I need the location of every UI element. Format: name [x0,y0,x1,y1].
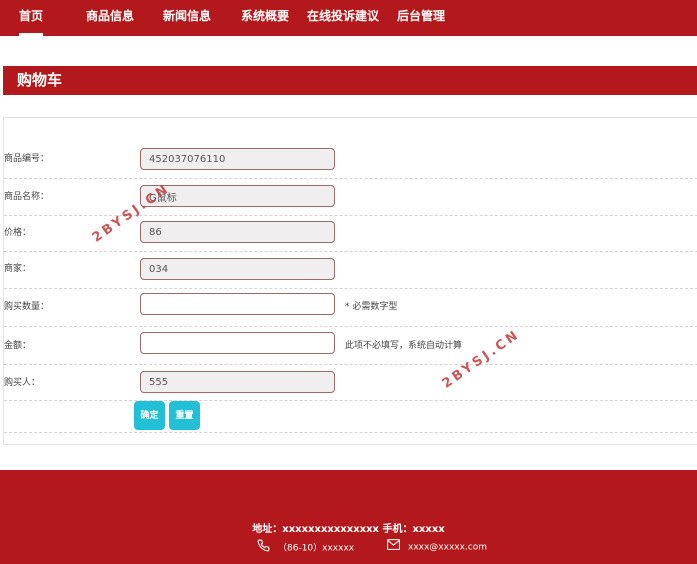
form-row-actions-divider [4,401,697,433]
top-navigation: 首页 商品信息 新闻信息 系统概要 在线投诉建议 后台管理 [0,0,697,36]
nav-item-news[interactable]: 新闻信息 [163,0,211,36]
amount-label: 金额： [4,341,32,351]
product-no-label: 商品编号： [4,154,50,164]
quantity-hint: * 必需数字型 [345,302,398,312]
quantity-label: 购买数量： [4,302,50,312]
footer: 地址：xxxxxxxxxxxxxxx 手机：xxxxx （86-10）xxxxx… [0,470,697,564]
footer-email-text: xxxx@xxxxx.com [408,542,488,553]
form-row-merchant: 商家： [4,252,697,289]
footer-address: 地址：xxxxxxxxxxxxxxx 手机：xxxxx [252,524,445,535]
form-row-product-no: 商品编号： [4,118,697,179]
form-row-amount: 金额： 此项不必填写，系统自动计算 [4,327,697,365]
form-row-quantity: 购买数量： * 必需数字型 [4,289,697,327]
nav-item-complaints[interactable]: 在线投诉建议 [307,0,379,36]
email-icon [387,539,400,555]
cart-form: 商品编号： 商品名称： 价格： 商家： 购买数量： * 必需数字型 金额： 此项… [3,117,697,445]
product-name-label: 商品名称： [4,192,50,202]
nav-item-admin[interactable]: 后台管理 [397,0,445,36]
form-row-buyer: 购买人： [4,365,697,401]
price-field[interactable] [140,221,335,243]
footer-phone-text: （86-10）xxxxxx [278,543,355,554]
footer-email: xxxx@xxxxx.com [387,539,487,553]
page-title: 购物车 [17,71,63,89]
form-row-product-name: 商品名称： [4,179,697,216]
merchant-label: 商家： [4,264,32,274]
nav-item-system-overview[interactable]: 系统概要 [241,0,289,36]
quantity-field[interactable] [140,293,335,315]
price-label: 价格： [4,228,32,238]
nav-item-home[interactable]: 首页 [19,0,44,36]
phone-icon [257,539,270,557]
buyer-field[interactable] [140,371,335,393]
product-no-field[interactable] [140,148,335,170]
section-title-bar: 购物车 [3,66,697,95]
footer-phone: （86-10）xxxxxx [257,539,355,554]
nav-item-products[interactable]: 商品信息 [86,0,134,36]
buyer-label: 购买人： [4,378,41,388]
merchant-field[interactable] [140,258,335,280]
amount-field[interactable] [140,332,335,354]
amount-hint: 此项不必填写，系统自动计算 [345,341,463,351]
